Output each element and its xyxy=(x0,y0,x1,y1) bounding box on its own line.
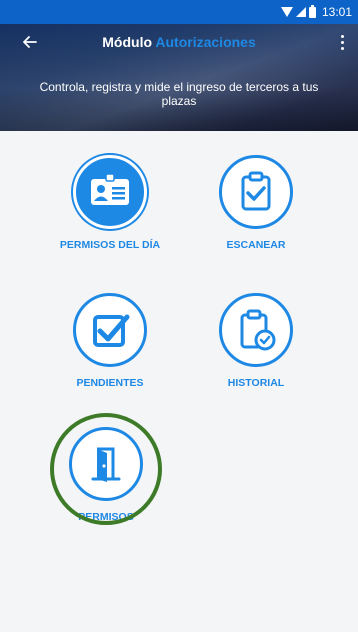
title-accent: Autorizaciones xyxy=(155,34,256,50)
overflow-menu-button[interactable] xyxy=(338,32,346,52)
header-banner: Módulo Autorizaciones Controla, registra… xyxy=(0,24,358,131)
status-bar: 13:01 xyxy=(0,0,358,24)
signal-icon xyxy=(295,7,306,17)
id-card-icon xyxy=(73,155,147,229)
clipboard-check-icon xyxy=(219,155,293,229)
highlight-ring xyxy=(50,413,162,525)
tile-historial[interactable]: HISTORIAL xyxy=(191,293,321,389)
checkbox-icon xyxy=(73,293,147,367)
clipboard-history-icon xyxy=(219,293,293,367)
back-button[interactable] xyxy=(20,32,40,52)
status-time: 13:01 xyxy=(321,5,352,19)
battery-icon xyxy=(308,4,316,18)
tile-escanear[interactable]: ESCANEAR xyxy=(191,155,321,251)
tile-pendientes[interactable]: PENDIENTES xyxy=(45,293,175,389)
wifi-icon xyxy=(280,7,293,17)
arrow-left-icon xyxy=(23,36,37,48)
app-bar: Módulo Autorizaciones xyxy=(0,24,358,60)
tile-permisos-del-dia[interactable]: PERMISOS DEL DÍA xyxy=(45,155,175,251)
tile-label: PERMISOS DEL DÍA xyxy=(59,239,161,251)
tile-label: PENDIENTES xyxy=(76,377,144,389)
page-title: Módulo Autorizaciones xyxy=(0,34,358,50)
title-main: Módulo xyxy=(102,34,153,50)
tile-label: ESCANEAR xyxy=(226,239,286,251)
tile-label: HISTORIAL xyxy=(227,377,285,389)
header-subtitle: Controla, registra y mide el ingreso de … xyxy=(39,80,319,108)
